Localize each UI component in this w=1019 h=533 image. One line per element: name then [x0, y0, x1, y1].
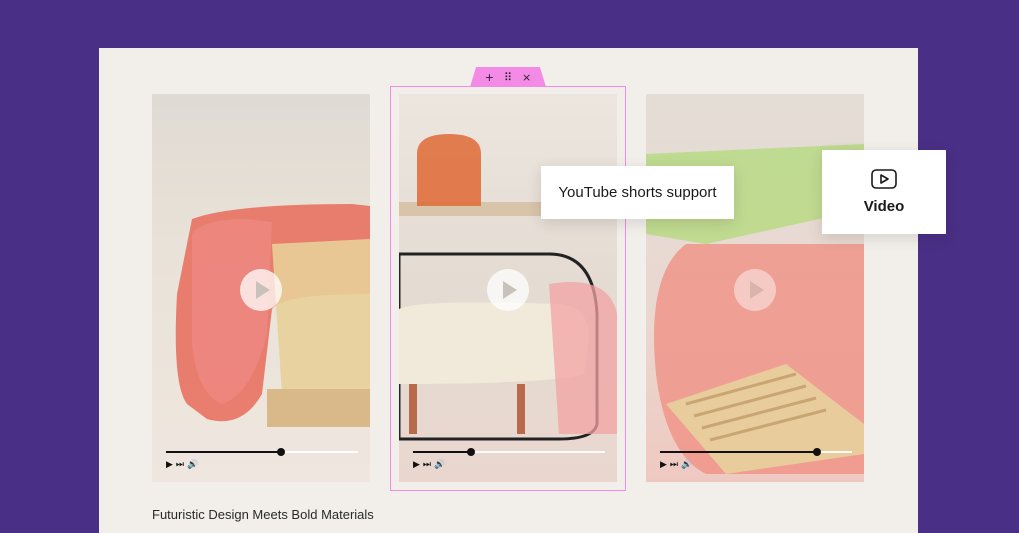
block-toolbar: + ⠿ × — [470, 67, 546, 87]
drag-handle-icon[interactable]: ⠿ — [504, 71, 512, 84]
play-button[interactable] — [734, 269, 776, 311]
caption-text: Futuristic Design Meets Bold Materials — [152, 507, 374, 522]
play-icon[interactable]: ▶ — [660, 460, 667, 470]
add-icon[interactable]: + — [485, 71, 494, 84]
play-icon[interactable]: ▶ — [166, 460, 173, 470]
video-card-1[interactable]: ▶ ⏭ 🔊 — [152, 94, 370, 482]
volume-icon[interactable]: 🔊 — [681, 460, 692, 470]
play-button[interactable] — [240, 269, 282, 311]
shorts-support-label: YouTube shorts support — [558, 184, 717, 201]
video-icon — [871, 169, 897, 189]
progress-bar[interactable] — [166, 448, 358, 456]
shorts-support-tooltip: YouTube shorts support — [541, 166, 734, 219]
player-controls: ▶ ⏭ 🔊 — [660, 460, 692, 470]
skip-icon[interactable]: ⏭ — [176, 460, 184, 470]
video-block-card[interactable]: Video — [822, 150, 946, 234]
progress-bar[interactable] — [660, 448, 852, 456]
player-controls: ▶ ⏭ 🔊 — [166, 460, 198, 470]
skip-icon[interactable]: ⏭ — [670, 460, 678, 470]
selected-block-outline — [390, 86, 626, 491]
volume-icon[interactable]: 🔊 — [187, 460, 198, 470]
close-icon[interactable]: × — [522, 71, 531, 84]
video-label: Video — [863, 198, 905, 215]
